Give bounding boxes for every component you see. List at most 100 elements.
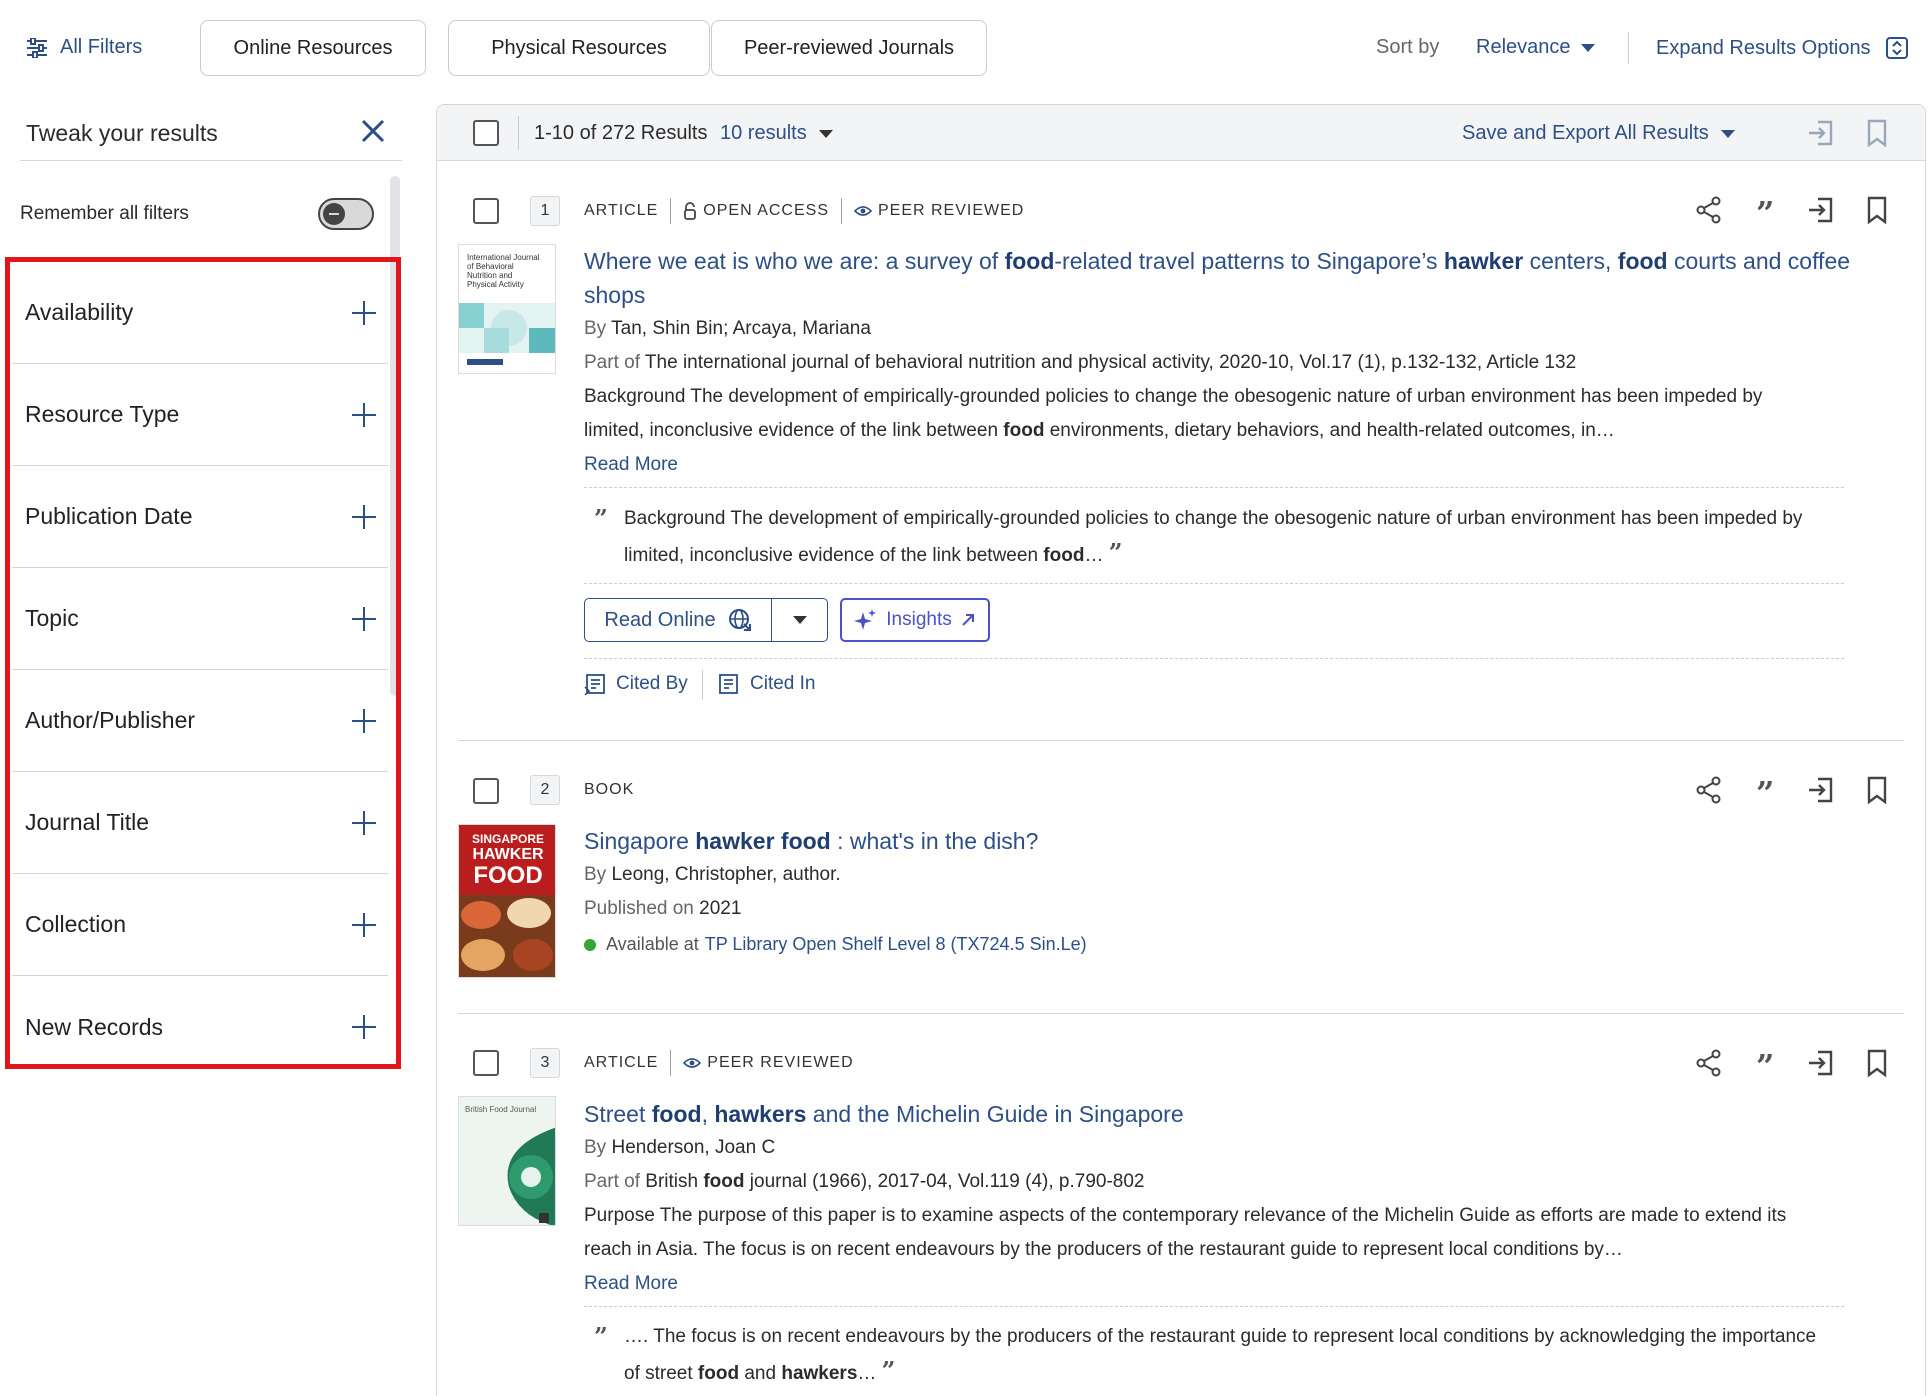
cited-by-link[interactable]: Cited By	[584, 673, 688, 695]
record-type: BOOK	[584, 781, 635, 798]
location-link[interactable]: TP Library Open Shelf Level 8 (TX724.5 S…	[705, 934, 1087, 955]
cover-title: International Journal of Behavioral Nutr…	[467, 253, 540, 289]
title-highlight: food	[1004, 248, 1055, 274]
facet-availability[interactable]: Availability	[12, 262, 388, 364]
sort-dropdown[interactable]: Relevance	[1476, 36, 1595, 59]
bookmark-icon[interactable]	[1862, 118, 1892, 148]
chip-physical-resources[interactable]: Physical Resources	[448, 20, 710, 76]
cover-line: SINGAPORE	[471, 832, 544, 846]
snippet-highlight: food	[1003, 420, 1045, 441]
save-export-label: Save and Export All Results	[1462, 122, 1709, 144]
select-all-checkbox[interactable]	[473, 120, 499, 146]
open-lock-icon	[684, 202, 697, 220]
facet-collection[interactable]: Collection	[12, 874, 388, 976]
plus-icon	[352, 606, 376, 631]
snippet-text: environments, dietary behaviors, and hea…	[1044, 420, 1615, 441]
plus-icon	[352, 402, 376, 427]
facet-label: Availability	[25, 299, 134, 325]
record-number: 3	[530, 1048, 560, 1078]
cited-by-label: Cited By	[616, 673, 688, 694]
expand-icon	[1885, 37, 1908, 59]
title-text: and the Michelin Guide in Singapore	[806, 1101, 1184, 1127]
quote-highlight: hawkers	[781, 1363, 858, 1384]
read-more-link[interactable]: Read More	[584, 1273, 678, 1295]
save-export-dropdown[interactable]: Save and Export All Results	[1462, 122, 1735, 145]
availability-status: Available at TP Library Open Shelf Level…	[584, 934, 1087, 955]
cite-icon[interactable]: ”	[1756, 1047, 1774, 1085]
close-icon[interactable]	[360, 118, 386, 144]
result-count: 1-10 of 272 Results	[534, 122, 708, 144]
sort-value: Relevance	[1476, 36, 1571, 58]
title-text: Singapore	[584, 828, 696, 854]
export-icon[interactable]	[1806, 775, 1836, 805]
chevron-down-icon	[818, 129, 833, 138]
flag-label: OPEN ACCESS	[703, 202, 829, 219]
share-icon[interactable]	[1694, 1048, 1724, 1078]
record-title-link[interactable]: Street food, hawkers and the Michelin Gu…	[584, 1097, 1900, 1131]
all-filters-button[interactable]: All Filters	[26, 36, 142, 59]
facet-topic[interactable]: Topic	[12, 568, 388, 670]
record-published: Published on 2021	[584, 892, 741, 926]
record-title-link[interactable]: Singapore hawker food : what's in the di…	[584, 824, 1900, 858]
bookmark-icon[interactable]	[1862, 195, 1892, 225]
by-label: By	[584, 318, 607, 339]
record-type: ARTICLE	[584, 202, 659, 219]
results-per-page-dropdown[interactable]: 10 results	[720, 122, 833, 145]
chip-label: Online Resources	[233, 36, 393, 59]
cite-icon[interactable]: ”	[1756, 774, 1774, 812]
record-type-row: BOOK	[584, 775, 634, 805]
record-title-link[interactable]: Where we eat is who we are: a survey of …	[584, 244, 1900, 312]
available-label: Available at	[606, 934, 699, 954]
record-quote: …. The focus is on recent endeavours by …	[624, 1320, 1834, 1391]
chip-online-resources[interactable]: Online Resources	[200, 20, 426, 76]
quote-open-icon: ”	[594, 1322, 608, 1351]
toggle-knob	[323, 203, 345, 225]
divider	[670, 198, 672, 224]
read-online-dropdown[interactable]	[772, 599, 827, 641]
expand-results-options-button[interactable]: Expand Results Options	[1656, 36, 1909, 60]
record-checkbox[interactable]	[473, 198, 499, 224]
export-icon[interactable]	[1806, 195, 1836, 225]
title-text: : what's in the dish?	[830, 828, 1039, 854]
share-icon[interactable]	[1694, 195, 1724, 225]
sidebar-title: Tweak your results	[26, 120, 218, 146]
bookmark-icon[interactable]	[1862, 775, 1892, 805]
cited-in-link[interactable]: Cited In	[718, 673, 815, 695]
record-snippet: Purpose The purpose of this paper is to …	[584, 1205, 1787, 1260]
share-icon[interactable]	[1694, 775, 1724, 805]
divider	[584, 658, 1844, 659]
facet-journal-title[interactable]: Journal Title	[12, 772, 388, 874]
insights-button[interactable]: Insights	[840, 598, 990, 642]
record-type-row: ARTICLE PEER REVIEWED	[584, 1048, 854, 1078]
authors: Leong, Christopher, author.	[611, 864, 841, 885]
facet-publication-date[interactable]: Publication Date	[12, 466, 388, 568]
plus-icon	[352, 300, 376, 325]
title-text: Where we eat is who we are: a survey of	[584, 248, 1005, 274]
export-icon[interactable]	[1806, 118, 1836, 148]
facet-label: Resource Type	[25, 401, 180, 427]
read-online-button[interactable]: Read Online	[585, 599, 772, 641]
cover-thumbnail[interactable]: SINGAPORE HAWKER FOOD	[458, 824, 556, 978]
chip-peer-reviewed-journals[interactable]: Peer-reviewed Journals	[711, 20, 987, 76]
bookmark-icon[interactable]	[1862, 1048, 1892, 1078]
quote-close-icon: ”	[881, 1356, 896, 1385]
record-divider	[458, 740, 1904, 741]
export-icon[interactable]	[1806, 1048, 1836, 1078]
facet-new-records[interactable]: New Records	[12, 976, 388, 1078]
record-checkbox[interactable]	[473, 1050, 499, 1076]
flag-label: PEER REVIEWED	[707, 1054, 854, 1071]
cover-thumbnail[interactable]: International Journal of Behavioral Nutr…	[458, 244, 556, 374]
facet-author-publisher[interactable]: Author/Publisher	[12, 670, 388, 772]
quote-text: and	[739, 1363, 782, 1384]
divider	[518, 116, 519, 150]
quote-text: …	[857, 1363, 877, 1384]
remember-filters-toggle[interactable]	[318, 198, 374, 230]
record-quote: Background The development of empiricall…	[624, 502, 1824, 573]
cite-icon[interactable]: ”	[1756, 194, 1774, 232]
record-checkbox[interactable]	[473, 778, 499, 804]
cover-thumbnail[interactable]: British Food Journal	[458, 1096, 556, 1226]
by-label: By	[584, 864, 607, 885]
facet-resource-type[interactable]: Resource Type	[12, 364, 388, 466]
title-text: ,	[701, 1101, 715, 1127]
read-more-link[interactable]: Read More	[584, 454, 678, 476]
